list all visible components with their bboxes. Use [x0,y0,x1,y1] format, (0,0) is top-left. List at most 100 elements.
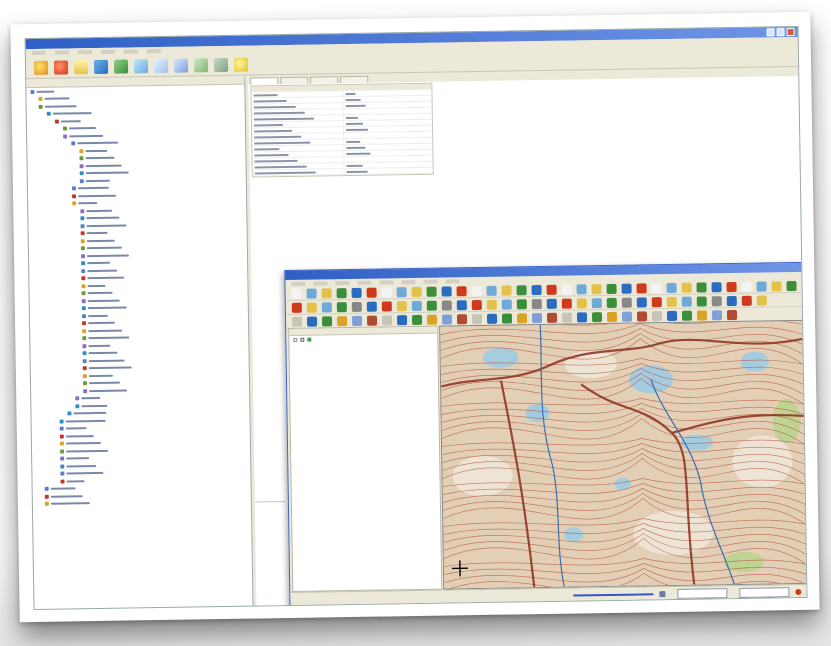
table-icon[interactable] [153,58,169,73]
map-tool-button[interactable] [471,313,483,324]
map-tool-button[interactable] [501,312,513,324]
tree-item[interactable] [79,178,110,183]
tree-item[interactable] [59,418,106,424]
map-canvas[interactable] [439,319,808,590]
map-tool-button[interactable] [411,314,423,325]
map-tool-button[interactable] [516,298,527,309]
map-tool-button[interactable] [726,309,738,320]
map-tool-button[interactable] [636,296,647,308]
tree-item[interactable] [81,283,106,288]
tree-item[interactable] [72,193,117,199]
map-tool-button[interactable] [366,315,378,326]
map-tool-button[interactable] [666,296,677,307]
tree-item[interactable] [82,328,123,334]
tree-item[interactable] [30,89,55,94]
map-tool-button[interactable] [366,287,377,298]
tree-item[interactable] [81,260,111,266]
render-toggle-icon[interactable] [795,588,802,595]
sql-panel[interactable] [254,501,287,607]
map-tool-button[interactable] [726,281,737,292]
tab-properties[interactable] [250,77,279,85]
map-menu-item[interactable] [357,280,372,285]
map-tool-button[interactable] [486,285,497,296]
map-menu-item[interactable] [379,279,394,285]
add-icon[interactable] [133,58,149,73]
map-tool-button[interactable] [456,285,467,296]
import-icon[interactable] [193,57,209,72]
map-tool-button[interactable] [741,295,752,306]
tree-item[interactable] [60,456,90,461]
tree-item[interactable] [60,463,97,469]
map-tool-button[interactable] [381,286,392,298]
layers-panel[interactable] [288,325,443,592]
map-tool-button[interactable] [351,315,363,326]
tree-item[interactable] [46,111,92,117]
map-tool-button[interactable] [621,311,633,322]
tree-item[interactable] [67,410,107,416]
tree-item[interactable] [62,125,97,131]
map-tool-button[interactable] [546,284,557,295]
tree-item[interactable] [82,365,132,371]
tree-item[interactable] [60,448,109,454]
close-button[interactable] [786,28,795,37]
tree-item[interactable] [82,350,118,356]
map-tool-button[interactable] [516,284,527,295]
expand-icon[interactable] [293,337,298,342]
map-tool-button[interactable] [456,299,467,310]
map-tool-button[interactable] [426,300,437,311]
map-tool-button[interactable] [501,298,512,310]
tree-item[interactable] [75,395,101,401]
map-tool-button[interactable] [381,314,393,326]
map-tool-button[interactable] [411,300,422,311]
tree-item[interactable] [54,118,81,124]
map-tool-button[interactable] [351,301,362,312]
map-tool-button[interactable] [651,296,662,307]
map-tool-button[interactable] [366,301,377,312]
map-tool-button[interactable] [651,310,663,321]
menu-item[interactable] [146,48,161,54]
tab-columns[interactable] [280,76,309,85]
map-tool-button[interactable] [771,280,782,291]
menu-item[interactable] [123,49,138,54]
map-menu-item[interactable] [423,279,438,284]
tree-item[interactable] [81,305,127,311]
folder-icon[interactable] [73,59,89,74]
tree-item[interactable] [81,268,118,274]
map-tool-button[interactable] [336,301,347,312]
map-tool-button[interactable] [441,313,453,325]
tree-item[interactable] [38,103,77,109]
tree-item[interactable] [82,343,111,348]
map-tool-button[interactable] [291,302,302,313]
map-tool-button[interactable] [591,311,603,322]
map-tool-button[interactable] [486,313,498,324]
map-tool-button[interactable] [576,311,588,322]
menu-item[interactable] [100,49,115,54]
map-tool-button[interactable] [681,282,692,293]
map-menu-item[interactable] [313,280,328,286]
tree-item[interactable] [60,470,104,476]
database-tree-pane[interactable] [26,76,254,610]
coordinate-field[interactable] [677,587,728,599]
tree-item[interactable] [82,335,130,341]
map-tool-button[interactable] [711,281,722,292]
map-tool-button[interactable] [291,288,302,299]
map-tool-button[interactable] [321,287,332,298]
map-tool-button[interactable] [531,284,542,295]
tree-item[interactable] [81,275,125,281]
map-tool-button[interactable] [306,302,317,313]
export-icon[interactable] [213,57,229,72]
layer-item[interactable] [293,337,314,342]
help-icon[interactable] [233,57,249,72]
map-tool-button[interactable] [546,312,558,323]
tree-item[interactable] [72,200,98,206]
map-tool-button[interactable] [471,285,482,296]
map-tool-button[interactable] [516,312,528,323]
map-tool-button[interactable] [606,311,618,322]
tree-item[interactable] [80,252,130,258]
map-tool-button[interactable] [636,282,647,294]
map-tool-button[interactable] [381,300,392,312]
map-tool-button[interactable] [531,298,542,309]
tree-item[interactable] [59,433,94,439]
tree-item[interactable] [82,320,116,326]
map-tool-button[interactable] [696,295,707,307]
